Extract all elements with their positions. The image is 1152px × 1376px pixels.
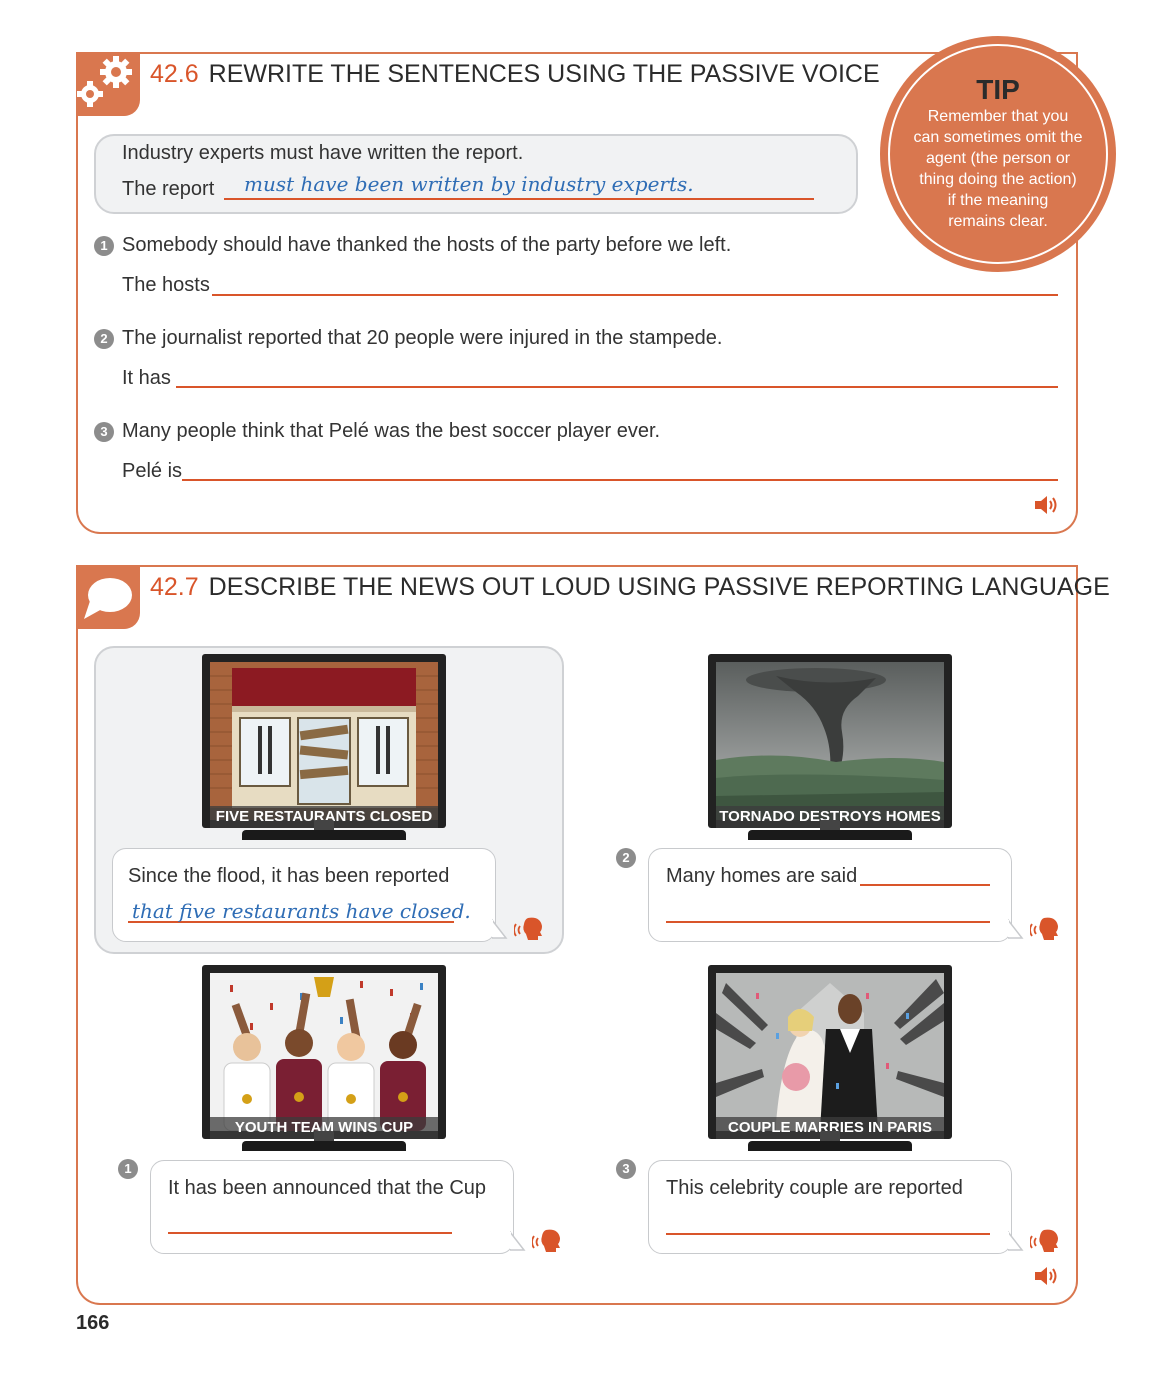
tip-line: can sometimes omit the — [913, 129, 1083, 146]
tip-line: thing doing the action) — [919, 171, 1077, 188]
section-number: 42.7 — [150, 573, 199, 601]
item-prompt: Many homes are said — [666, 865, 858, 887]
section-42-7-tab — [76, 565, 140, 629]
question-badge: 2 — [94, 329, 114, 349]
speech-bubble-icon — [84, 578, 132, 619]
tv-youth-team: YOUTH TEAM WINS CUP — [202, 965, 446, 1155]
section-42-7-title: 42.7 DESCRIBE THE NEWS OUT LOUD USING PAS… — [150, 573, 1110, 602]
audio-speaker-icon[interactable] — [1034, 494, 1060, 516]
section-number: 42.6 — [150, 60, 199, 88]
speaking-head-icon[interactable] — [532, 1228, 562, 1254]
restaurant-scene — [210, 662, 438, 820]
answer-line[interactable] — [176, 386, 1058, 388]
speaking-head-icon[interactable] — [1030, 1228, 1060, 1254]
question-sentence: Many people think that Pelé was the best… — [122, 420, 661, 442]
example-answer-line — [224, 198, 814, 200]
example-answer: that five restaurants have closed. — [132, 899, 471, 923]
gears-icon — [77, 56, 132, 107]
wedding-scene — [716, 973, 944, 1131]
item-prompt: It has been announced that the Cup — [168, 1177, 487, 1199]
bubble-tail — [492, 918, 508, 939]
answer-line[interactable] — [666, 1233, 990, 1235]
answer-line[interactable] — [212, 294, 1058, 296]
example-speech-bubble — [112, 848, 496, 942]
question-sentence: Somebody should have thanked the hosts o… — [122, 234, 732, 256]
section-heading: DESCRIBE THE NEWS OUT LOUD USING PASSIVE… — [208, 573, 1110, 601]
speech-bubble — [648, 1160, 1012, 1254]
example-prompt: The report — [122, 178, 215, 200]
tornado-scene — [716, 662, 944, 820]
question-prompt: It has — [122, 367, 171, 389]
answer-line[interactable] — [182, 479, 1058, 481]
page-number: 166 — [76, 1312, 110, 1334]
item-prompt: This celebrity couple are reported — [666, 1177, 963, 1199]
speaking-head-icon[interactable] — [1030, 916, 1060, 942]
bubble-tail — [1008, 918, 1024, 939]
section-heading: REWRITE THE SENTENCES USING THE PASSIVE … — [208, 60, 880, 88]
question-prompt: Pelé is — [122, 460, 183, 482]
speaking-head-icon[interactable] — [514, 916, 544, 942]
tv-tornado: TORNADO DESTROYS HOMES — [708, 654, 952, 844]
example-sentence: Industry experts must have written the r… — [122, 142, 524, 164]
team-celebration-scene — [210, 973, 438, 1131]
example-prompt: Since the flood, it has been reported — [128, 865, 450, 887]
item-badge: 3 — [616, 1159, 636, 1179]
speech-bubble — [150, 1160, 514, 1254]
question-prompt: The hosts — [122, 274, 210, 296]
tip-line: remains clear. — [948, 213, 1048, 230]
item-badge: 2 — [616, 848, 636, 868]
audio-speaker-icon[interactable] — [1034, 1265, 1060, 1287]
tv-restaurants: FIVE RESTAURANTS CLOSED — [202, 654, 446, 844]
section-42-6-title: 42.6 REWRITE THE SENTENCES USING THE PASS… — [150, 60, 880, 89]
tip-heading: TIP — [976, 74, 1020, 105]
tv-couple: COUPLE MARRIES IN PARIS — [708, 965, 952, 1155]
section-42-6-tab — [76, 52, 140, 116]
bubble-tail — [1008, 1230, 1024, 1251]
answer-line[interactable] — [860, 884, 990, 886]
item-badge: 1 — [118, 1159, 138, 1179]
question-sentence: The journalist reported that 20 people w… — [122, 327, 723, 349]
tip-line: Remember that you — [927, 108, 1069, 125]
tip-text: Remember that you can sometimes omit the… — [890, 106, 1106, 232]
answer-line[interactable] — [666, 921, 990, 923]
bubble-tail — [510, 1230, 526, 1251]
question-badge: 3 — [94, 422, 114, 442]
question-badge: 1 — [94, 236, 114, 256]
speech-bubble — [648, 848, 1012, 942]
answer-line[interactable] — [168, 1232, 452, 1234]
tip-line: agent (the person or — [925, 150, 1071, 167]
example-answer: must have been written by industry exper… — [244, 172, 694, 196]
tip-line: if the meaning — [947, 192, 1049, 209]
